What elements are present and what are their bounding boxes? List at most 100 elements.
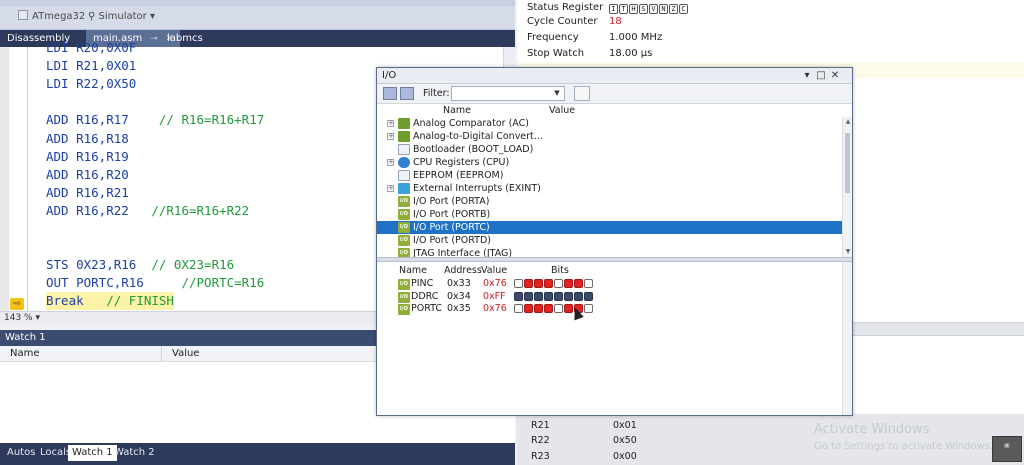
code-line[interactable]: Break // FINISH <box>46 292 174 311</box>
code-text: Break <box>46 293 107 309</box>
tool-selector[interactable]: ⚲ Simulator ▾ <box>88 10 155 24</box>
tree-item[interactable]: I/O JTAG Interface (JTAG) <box>377 247 842 257</box>
tool-label: Simulator <box>98 11 147 22</box>
bit-toggle[interactable] <box>574 279 583 288</box>
tree-item-label: External Interrupts (EXINT) <box>413 183 541 194</box>
pin-icon[interactable]: ⊸ <box>150 34 158 44</box>
bit-toggle[interactable] <box>524 279 533 288</box>
code-text: ADD R16,R21 <box>46 184 129 200</box>
bit-toggle[interactable] <box>534 279 543 288</box>
bit-toggle[interactable] <box>554 279 563 288</box>
view-tree-icon[interactable] <box>383 87 397 100</box>
tree-item[interactable]: + Analog-to-Digital Convert... <box>377 130 842 143</box>
sreg-flag: C <box>679 4 688 14</box>
expand-icon[interactable]: + <box>387 185 394 192</box>
tree-item[interactable]: I/O I/O Port (PORTD) <box>377 234 842 247</box>
bits-col-name[interactable]: Name <box>399 264 427 277</box>
code-line[interactable]: LDI R22,0X50 <box>46 75 136 93</box>
io-port-icon: I/O <box>398 248 410 257</box>
tab-autos[interactable]: Autos <box>3 445 39 461</box>
bit-toggle[interactable] <box>534 291 543 301</box>
bit-toggle[interactable] <box>584 279 593 288</box>
bit-toggle[interactable] <box>514 291 523 301</box>
bit-toggle[interactable] <box>514 304 523 313</box>
code-line[interactable]: ADD R16,R21 <box>46 184 129 202</box>
code-text: ADD R16,R19 <box>46 148 129 164</box>
bit-toggle[interactable] <box>564 291 573 301</box>
tree-col-value[interactable]: Value <box>549 104 575 117</box>
tree-scrollbar[interactable]: ▲ ▼ <box>842 117 852 257</box>
tree-item[interactable]: + External Interrupts (EXINT) <box>377 182 842 195</box>
bit-toggle[interactable] <box>554 291 563 301</box>
bit-toggle[interactable] <box>524 291 533 301</box>
bit-toggle[interactable] <box>544 291 553 301</box>
watch-col-name[interactable]: Name <box>0 346 162 362</box>
tree-item[interactable]: + Analog Comparator (AC) <box>377 117 842 130</box>
bits-col-value[interactable]: Value <box>481 264 507 277</box>
port-register-row[interactable]: I/O DDRC 0x34 0xFF <box>377 291 852 303</box>
tree-item[interactable]: I/O I/O Port (PORTA) <box>377 195 842 208</box>
tree-item[interactable]: + CPU Registers (CPU) <box>377 156 842 169</box>
activation-watermark-subtitle: Go to Settings to activate Windows. <box>814 441 994 452</box>
bit-toggle[interactable] <box>524 304 533 313</box>
register-name: R21 <box>531 420 550 431</box>
code-line[interactable]: ADD R16,R20 <box>46 166 129 184</box>
register-value: 0x00 <box>613 451 637 462</box>
bit-toggle[interactable] <box>514 279 523 288</box>
expand-icon[interactable]: + <box>387 120 394 127</box>
scroll-down-icon[interactable]: ▼ <box>843 247 853 257</box>
code-line[interactable]: ADD R16,R18 <box>46 130 129 148</box>
device-label: ATmega32 <box>32 11 86 22</box>
filter-input[interactable]: ▼ <box>451 86 565 101</box>
brush-icon[interactable] <box>574 86 590 101</box>
bits-col-bits[interactable]: Bits <box>551 264 569 277</box>
port-register-row[interactable]: I/O PORTC 0x35 0x76 <box>377 303 852 315</box>
code-line[interactable]: ADD R16,R19 <box>46 148 129 166</box>
scroll-up-icon[interactable]: ▲ <box>843 117 853 127</box>
bits-col-address[interactable]: Address <box>444 264 482 277</box>
tree-item-label: EEPROM (EEPROM) <box>413 170 504 181</box>
frequency-label: Frequency <box>527 32 579 43</box>
tab-labmcs[interactable]: labmcs <box>160 30 210 47</box>
code-line[interactable]: LDI R20,0X0F <box>46 39 136 57</box>
bit-toggle[interactable] <box>564 279 573 288</box>
bit-toggle[interactable] <box>544 279 553 288</box>
tree-item[interactable]: Bootloader (BOOT_LOAD) <box>377 143 842 156</box>
code-comment: //R16=R16+R22 <box>151 202 250 218</box>
close-icon[interactable]: ✕ <box>829 69 841 83</box>
io-toolbar: Filter: ▼ <box>377 84 852 104</box>
scroll-thumb[interactable] <box>845 133 850 193</box>
bit-toggle[interactable] <box>534 304 543 313</box>
bit-toggle[interactable] <box>584 291 593 301</box>
bit-toggle[interactable] <box>584 304 593 313</box>
bit-toggle[interactable] <box>574 291 583 301</box>
zoom-level[interactable]: 143 % ▾ <box>4 312 40 325</box>
device-selector[interactable]: ATmega32 <box>18 10 85 24</box>
code-line[interactable]: STS 0X23,R16 // 0X23=R16 <box>46 256 234 274</box>
code-line[interactable]: ADD R16,R17 // R16=R16+R17 <box>46 111 264 129</box>
document-icon <box>398 170 410 181</box>
bits-scrollbar[interactable] <box>842 262 852 415</box>
view-list-icon[interactable] <box>400 87 414 100</box>
register-value: 0x01 <box>613 420 637 431</box>
window-menu-icon[interactable]: ▾ <box>801 69 813 83</box>
code-line[interactable]: ADD R16,R22 //R16=R16+R22 <box>46 202 249 220</box>
tree-item[interactable]: I/O I/O Port (PORTC) <box>377 221 842 234</box>
code-line[interactable]: LDI R21,0X01 <box>46 57 136 75</box>
tree-col-name[interactable]: Name <box>443 104 471 117</box>
expand-icon[interactable]: + <box>387 133 394 140</box>
maximize-icon[interactable]: □ <box>815 69 827 83</box>
tab-watch-2[interactable]: Watch 2 <box>110 445 159 461</box>
tree-item[interactable]: EEPROM (EEPROM) <box>377 169 842 182</box>
bit-toggle[interactable] <box>544 304 553 313</box>
register-address: 0x34 <box>447 290 471 302</box>
io-titlebar[interactable]: I/O ▾ □ ✕ <box>377 68 852 84</box>
expand-icon[interactable]: + <box>387 159 394 166</box>
tree-item[interactable]: I/O I/O Port (PORTB) <box>377 208 842 221</box>
register-value: 0x50 <box>613 435 637 446</box>
chevron-down-icon[interactable]: ▼ <box>551 87 563 100</box>
port-register-row[interactable]: I/O PINC 0x33 0x76 <box>377 278 852 290</box>
panel-splitter[interactable] <box>377 257 852 262</box>
bit-toggle[interactable] <box>554 304 563 313</box>
code-line[interactable]: OUT PORTC,R16 //PORTC=R16 <box>46 274 264 292</box>
